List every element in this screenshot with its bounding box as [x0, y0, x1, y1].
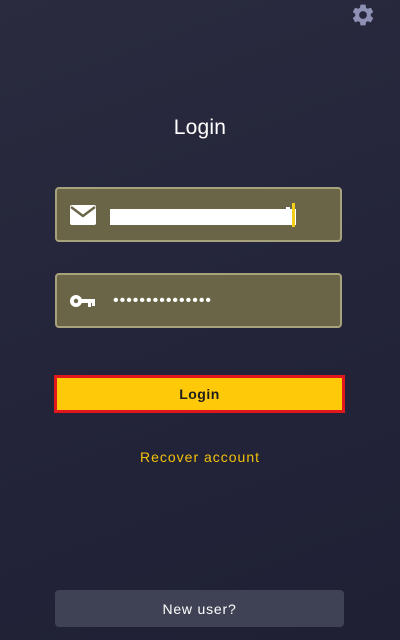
email-text-highlight [286, 207, 290, 225]
email-icon [69, 204, 97, 226]
settings-button[interactable] [350, 2, 376, 28]
new-user-button[interactable]: New user? [55, 590, 344, 627]
email-field[interactable] [55, 187, 342, 242]
password-field[interactable] [55, 273, 342, 328]
recover-account-link[interactable]: Recover account [0, 449, 400, 465]
text-caret [292, 203, 295, 227]
key-icon [69, 290, 97, 312]
page-title: Login [173, 116, 227, 139]
login-button[interactable]: Login [54, 375, 345, 413]
gear-icon [352, 4, 374, 26]
email-input[interactable] [110, 209, 296, 225]
password-input[interactable] [113, 286, 323, 316]
